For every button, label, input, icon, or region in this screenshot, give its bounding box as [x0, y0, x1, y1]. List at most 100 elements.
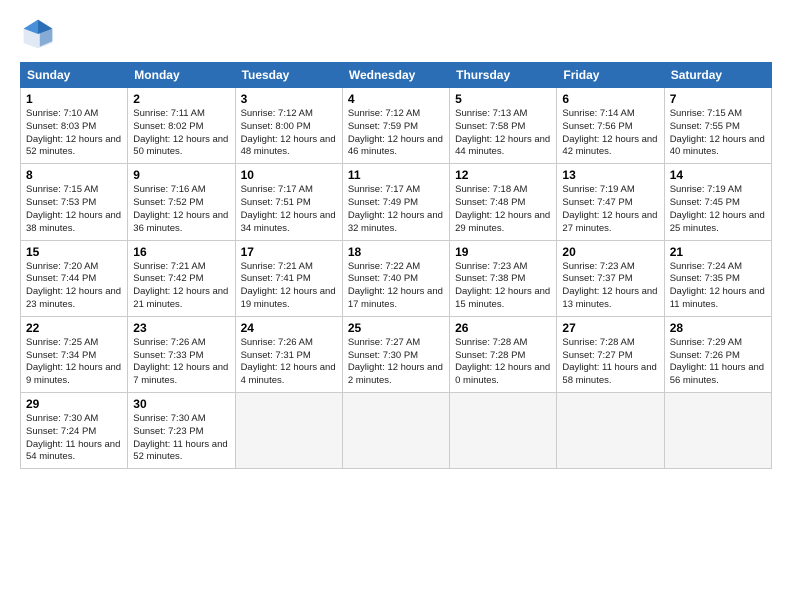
day-number: 22 — [26, 321, 122, 335]
day-number: 27 — [562, 321, 658, 335]
day-info: Sunrise: 7:10 AMSunset: 8:03 PMDaylight:… — [26, 108, 122, 159]
day-number: 6 — [562, 92, 658, 106]
day-number: 18 — [348, 245, 444, 259]
calendar-header-saturday: Saturday — [664, 63, 771, 88]
calendar-header-sunday: Sunday — [21, 63, 128, 88]
calendar-cell: 30Sunrise: 7:30 AMSunset: 7:23 PMDayligh… — [128, 393, 235, 469]
day-number: 1 — [26, 92, 122, 106]
day-number: 14 — [670, 168, 766, 182]
calendar-cell: 15 Sunrise: 7:20 AMSunset: 7:44 PMDayligh… — [21, 240, 128, 316]
day-info: Sunrise: 7:15 AMSunset: 7:55 PMDaylight:… — [670, 108, 766, 159]
calendar-cell: 21 Sunrise: 7:24 AMSunset: 7:35 PMDayligh… — [664, 240, 771, 316]
day-number: 12 — [455, 168, 551, 182]
day-info: Sunrise: 7:21 AMSunset: 7:42 PMDaylight:… — [133, 261, 229, 312]
calendar-cell: 17Sunrise: 7:21 AMSunset: 7:41 PMDayligh… — [235, 240, 342, 316]
day-info: Sunrise: 7:26 AMSunset: 7:31 PMDaylight:… — [241, 337, 337, 388]
calendar-week-row: 8 Sunrise: 7:15 AMSunset: 7:53 PMDaylight… — [21, 164, 772, 240]
calendar-cell: 25 Sunrise: 7:27 AMSunset: 7:30 PMDayligh… — [342, 316, 449, 392]
day-info: Sunrise: 7:15 AMSunset: 7:53 PMDaylight:… — [26, 184, 122, 235]
calendar-cell: 16 Sunrise: 7:21 AMSunset: 7:42 PMDayligh… — [128, 240, 235, 316]
calendar-week-row: 22 Sunrise: 7:25 AMSunset: 7:34 PMDayligh… — [21, 316, 772, 392]
calendar-week-row: 29Sunrise: 7:30 AMSunset: 7:24 PMDayligh… — [21, 393, 772, 469]
day-number: 2 — [133, 92, 229, 106]
day-info: Sunrise: 7:29 AMSunset: 7:26 PMDaylight:… — [670, 337, 766, 388]
day-number: 4 — [348, 92, 444, 106]
calendar-header-row: SundayMondayTuesdayWednesdayThursdayFrid… — [21, 63, 772, 88]
calendar-cell: 9 Sunrise: 7:16 AMSunset: 7:52 PMDaylight… — [128, 164, 235, 240]
day-info: Sunrise: 7:19 AMSunset: 7:47 PMDaylight:… — [562, 184, 658, 235]
calendar-cell: 1 Sunrise: 7:10 AMSunset: 8:03 PMDaylight… — [21, 88, 128, 164]
day-info: Sunrise: 7:30 AMSunset: 7:23 PMDaylight:… — [133, 413, 229, 464]
day-info: Sunrise: 7:23 AMSunset: 7:38 PMDaylight:… — [455, 261, 551, 312]
logo — [20, 16, 60, 52]
day-number: 10 — [241, 168, 337, 182]
day-number: 9 — [133, 168, 229, 182]
calendar-header-wednesday: Wednesday — [342, 63, 449, 88]
calendar-cell: 10 Sunrise: 7:17 AMSunset: 7:51 PMDayligh… — [235, 164, 342, 240]
day-number: 25 — [348, 321, 444, 335]
day-number: 24 — [241, 321, 337, 335]
calendar-cell: 5Sunrise: 7:13 AMSunset: 7:58 PMDaylight… — [450, 88, 557, 164]
calendar-cell: 27 Sunrise: 7:28 AMSunset: 7:27 PMDayligh… — [557, 316, 664, 392]
day-info: Sunrise: 7:26 AMSunset: 7:33 PMDaylight:… — [133, 337, 229, 388]
calendar-cell: 4 Sunrise: 7:12 AMSunset: 7:59 PMDaylight… — [342, 88, 449, 164]
calendar-cell: 3Sunrise: 7:12 AMSunset: 8:00 PMDaylight… — [235, 88, 342, 164]
calendar-header-thursday: Thursday — [450, 63, 557, 88]
day-info: Sunrise: 7:16 AMSunset: 7:52 PMDaylight:… — [133, 184, 229, 235]
calendar-cell — [664, 393, 771, 469]
calendar-cell: 26Sunrise: 7:28 AMSunset: 7:28 PMDayligh… — [450, 316, 557, 392]
page: SundayMondayTuesdayWednesdayThursdayFrid… — [0, 0, 792, 612]
calendar-header-tuesday: Tuesday — [235, 63, 342, 88]
logo-icon — [20, 16, 56, 52]
day-number: 19 — [455, 245, 551, 259]
calendar-cell — [235, 393, 342, 469]
day-info: Sunrise: 7:23 AMSunset: 7:37 PMDaylight:… — [562, 261, 658, 312]
calendar-cell: 6 Sunrise: 7:14 AMSunset: 7:56 PMDaylight… — [557, 88, 664, 164]
day-number: 16 — [133, 245, 229, 259]
day-number: 15 — [26, 245, 122, 259]
day-info: Sunrise: 7:30 AMSunset: 7:24 PMDaylight:… — [26, 413, 122, 464]
calendar-week-row: 1 Sunrise: 7:10 AMSunset: 8:03 PMDaylight… — [21, 88, 772, 164]
day-info: Sunrise: 7:27 AMSunset: 7:30 PMDaylight:… — [348, 337, 444, 388]
calendar-cell: 20 Sunrise: 7:23 AMSunset: 7:37 PMDayligh… — [557, 240, 664, 316]
calendar-cell — [557, 393, 664, 469]
day-info: Sunrise: 7:14 AMSunset: 7:56 PMDaylight:… — [562, 108, 658, 159]
calendar: SundayMondayTuesdayWednesdayThursdayFrid… — [20, 62, 772, 469]
calendar-header-monday: Monday — [128, 63, 235, 88]
calendar-cell: 14 Sunrise: 7:19 AMSunset: 7:45 PMDayligh… — [664, 164, 771, 240]
day-number: 7 — [670, 92, 766, 106]
day-number: 8 — [26, 168, 122, 182]
calendar-week-row: 15 Sunrise: 7:20 AMSunset: 7:44 PMDayligh… — [21, 240, 772, 316]
calendar-cell: 12Sunrise: 7:18 AMSunset: 7:48 PMDayligh… — [450, 164, 557, 240]
calendar-cell: 22 Sunrise: 7:25 AMSunset: 7:34 PMDayligh… — [21, 316, 128, 392]
calendar-header-friday: Friday — [557, 63, 664, 88]
day-number: 20 — [562, 245, 658, 259]
calendar-cell: 28 Sunrise: 7:29 AMSunset: 7:26 PMDayligh… — [664, 316, 771, 392]
day-info: Sunrise: 7:28 AMSunset: 7:27 PMDaylight:… — [562, 337, 658, 388]
day-number: 13 — [562, 168, 658, 182]
day-number: 3 — [241, 92, 337, 106]
calendar-cell — [342, 393, 449, 469]
day-info: Sunrise: 7:20 AMSunset: 7:44 PMDaylight:… — [26, 261, 122, 312]
calendar-cell: 18Sunrise: 7:22 AMSunset: 7:40 PMDayligh… — [342, 240, 449, 316]
day-number: 26 — [455, 321, 551, 335]
calendar-cell: 29Sunrise: 7:30 AMSunset: 7:24 PMDayligh… — [21, 393, 128, 469]
day-info: Sunrise: 7:17 AMSunset: 7:49 PMDaylight:… — [348, 184, 444, 235]
calendar-cell: 24 Sunrise: 7:26 AMSunset: 7:31 PMDayligh… — [235, 316, 342, 392]
day-info: Sunrise: 7:21 AMSunset: 7:41 PMDaylight:… — [241, 261, 337, 312]
day-number: 28 — [670, 321, 766, 335]
day-info: Sunrise: 7:17 AMSunset: 7:51 PMDaylight:… — [241, 184, 337, 235]
calendar-cell: 23 Sunrise: 7:26 AMSunset: 7:33 PMDayligh… — [128, 316, 235, 392]
day-info: Sunrise: 7:12 AMSunset: 7:59 PMDaylight:… — [348, 108, 444, 159]
day-info: Sunrise: 7:19 AMSunset: 7:45 PMDaylight:… — [670, 184, 766, 235]
day-info: Sunrise: 7:24 AMSunset: 7:35 PMDaylight:… — [670, 261, 766, 312]
calendar-cell: 13 Sunrise: 7:19 AMSunset: 7:47 PMDayligh… — [557, 164, 664, 240]
calendar-cell: 7 Sunrise: 7:15 AMSunset: 7:55 PMDaylight… — [664, 88, 771, 164]
calendar-cell: 19 Sunrise: 7:23 AMSunset: 7:38 PMDayligh… — [450, 240, 557, 316]
calendar-cell: 11Sunrise: 7:17 AMSunset: 7:49 PMDayligh… — [342, 164, 449, 240]
day-info: Sunrise: 7:11 AMSunset: 8:02 PMDaylight:… — [133, 108, 229, 159]
calendar-cell — [450, 393, 557, 469]
day-info: Sunrise: 7:25 AMSunset: 7:34 PMDaylight:… — [26, 337, 122, 388]
day-number: 23 — [133, 321, 229, 335]
day-number: 21 — [670, 245, 766, 259]
